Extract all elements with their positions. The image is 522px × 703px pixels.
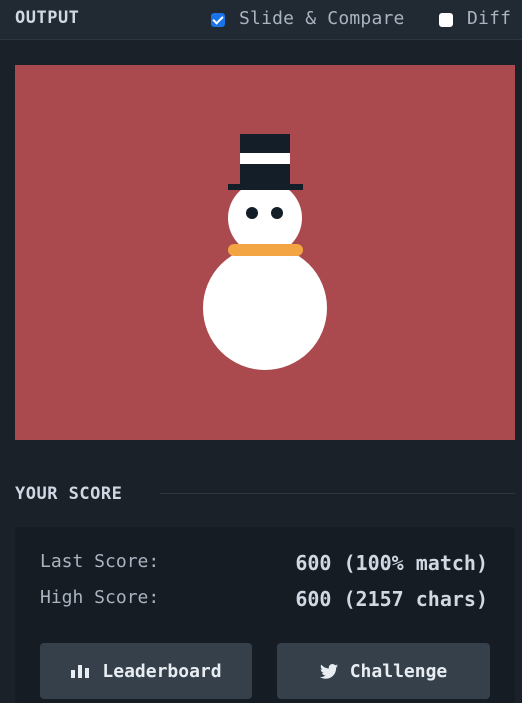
output-canvas[interactable] (15, 65, 515, 440)
high-score-value: 600 (2157 chars) (295, 587, 488, 611)
snowman-right-eye (271, 207, 283, 219)
diff-label[interactable]: Diff (467, 8, 511, 29)
output-title: OUTPUT (15, 8, 80, 28)
last-score-value: 600 (100% match) (295, 551, 488, 575)
snowman-head (228, 181, 302, 255)
leaderboard-label: Leaderboard (102, 660, 222, 682)
challenge-label: Challenge (349, 660, 448, 682)
snowman-drawing (15, 65, 515, 440)
snowman-hat-brim (228, 184, 303, 190)
snowman-hat-band (240, 153, 290, 164)
challenge-button[interactable]: Challenge (277, 643, 490, 699)
high-score-label: High Score: (40, 587, 160, 608)
snowman-left-eye (246, 207, 258, 219)
diff-checkbox[interactable] (439, 12, 453, 27)
slide-compare-label[interactable]: Slide & Compare (239, 8, 405, 29)
snowman-body (203, 246, 327, 370)
snowman-scarf (228, 244, 303, 256)
last-score-label: Last Score: (40, 551, 160, 572)
heading-divider (160, 493, 515, 494)
slide-compare-checkbox[interactable] (211, 12, 225, 27)
bar-chart-icon (70, 663, 90, 679)
slide-compare-toggle[interactable]: Slide & Compare (211, 8, 405, 29)
diff-toggle[interactable]: Diff (439, 8, 511, 29)
output-header: OUTPUT Slide & Compare Diff (0, 0, 522, 40)
twitter-icon (319, 663, 338, 679)
score-card: Last Score: 600 (100% match) High Score:… (15, 527, 515, 703)
your-score-heading: YOUR SCORE (15, 484, 123, 504)
leaderboard-button[interactable]: Leaderboard (40, 643, 252, 699)
